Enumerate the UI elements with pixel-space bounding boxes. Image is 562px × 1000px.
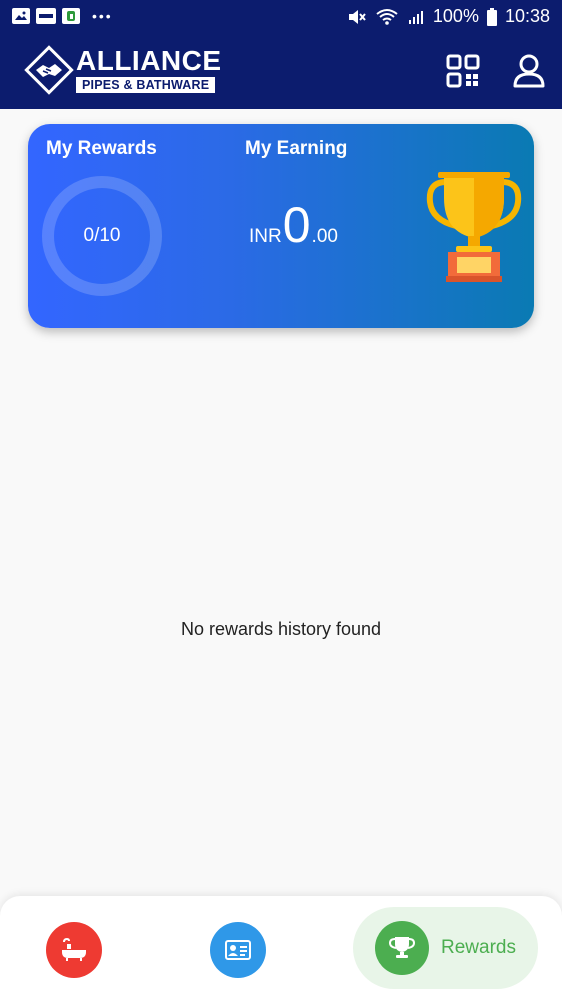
app-header: ALLIANCE PIPES & BATHWARE — [0, 33, 562, 109]
paytm-icon — [36, 8, 56, 24]
qr-code-icon — [446, 54, 480, 88]
signal-icon — [408, 10, 423, 24]
rewards-progress-text: 0/10 — [83, 225, 121, 246]
earning-integer: 0 — [282, 197, 311, 253]
my-rewards-title: My Rewards — [46, 138, 157, 159]
trophy-icon — [426, 172, 522, 282]
trophy-icon — [389, 937, 415, 958]
handshake-logo-icon — [24, 45, 74, 95]
qr-scan-button[interactable] — [446, 53, 480, 89]
empty-state-message: No rewards history found — [180, 619, 382, 639]
wifi-icon — [376, 8, 398, 25]
system-status: 100% 10:38 — [347, 6, 550, 27]
rewards-summary-card: My Rewards My Earning 0/10 INR 0 .00 — [28, 124, 534, 328]
nav-bathware-button[interactable] — [46, 922, 102, 978]
id-card-icon — [225, 940, 251, 960]
earning-decimal: .00 — [311, 226, 338, 247]
my-earning-title: My Earning — [245, 138, 348, 159]
nav-rewards-tab[interactable]: Rewards — [353, 907, 538, 989]
battery-icon — [486, 7, 497, 26]
more-notifications-icon: ••• — [92, 8, 113, 24]
brand-logo[interactable]: ALLIANCE PIPES & BATHWARE — [24, 45, 222, 95]
notification-icons: ••• — [12, 8, 113, 24]
earning-amount: INR 0 .00 — [249, 200, 338, 250]
profile-button[interactable] — [512, 53, 546, 89]
brand-tagline: PIPES & BATHWARE — [76, 76, 216, 93]
earning-currency: INR — [249, 226, 282, 247]
app-notification-icon — [62, 8, 80, 24]
mute-icon — [348, 9, 366, 24]
brand-name: ALLIANCE — [76, 44, 222, 76]
battery-percent: 100% — [432, 6, 479, 26]
bottom-navigation: Rewards — [0, 896, 562, 1000]
clock: 10:38 — [504, 6, 550, 26]
status-bar: ••• 100% 10:38 — [0, 0, 562, 33]
nav-rewards-label: Rewards — [441, 937, 516, 958]
nav-rewards-icon-circle — [375, 921, 429, 975]
bathtub-icon — [62, 938, 86, 961]
nav-profile-card-button[interactable] — [210, 922, 266, 978]
gallery-icon — [12, 8, 30, 24]
user-icon — [513, 54, 545, 88]
